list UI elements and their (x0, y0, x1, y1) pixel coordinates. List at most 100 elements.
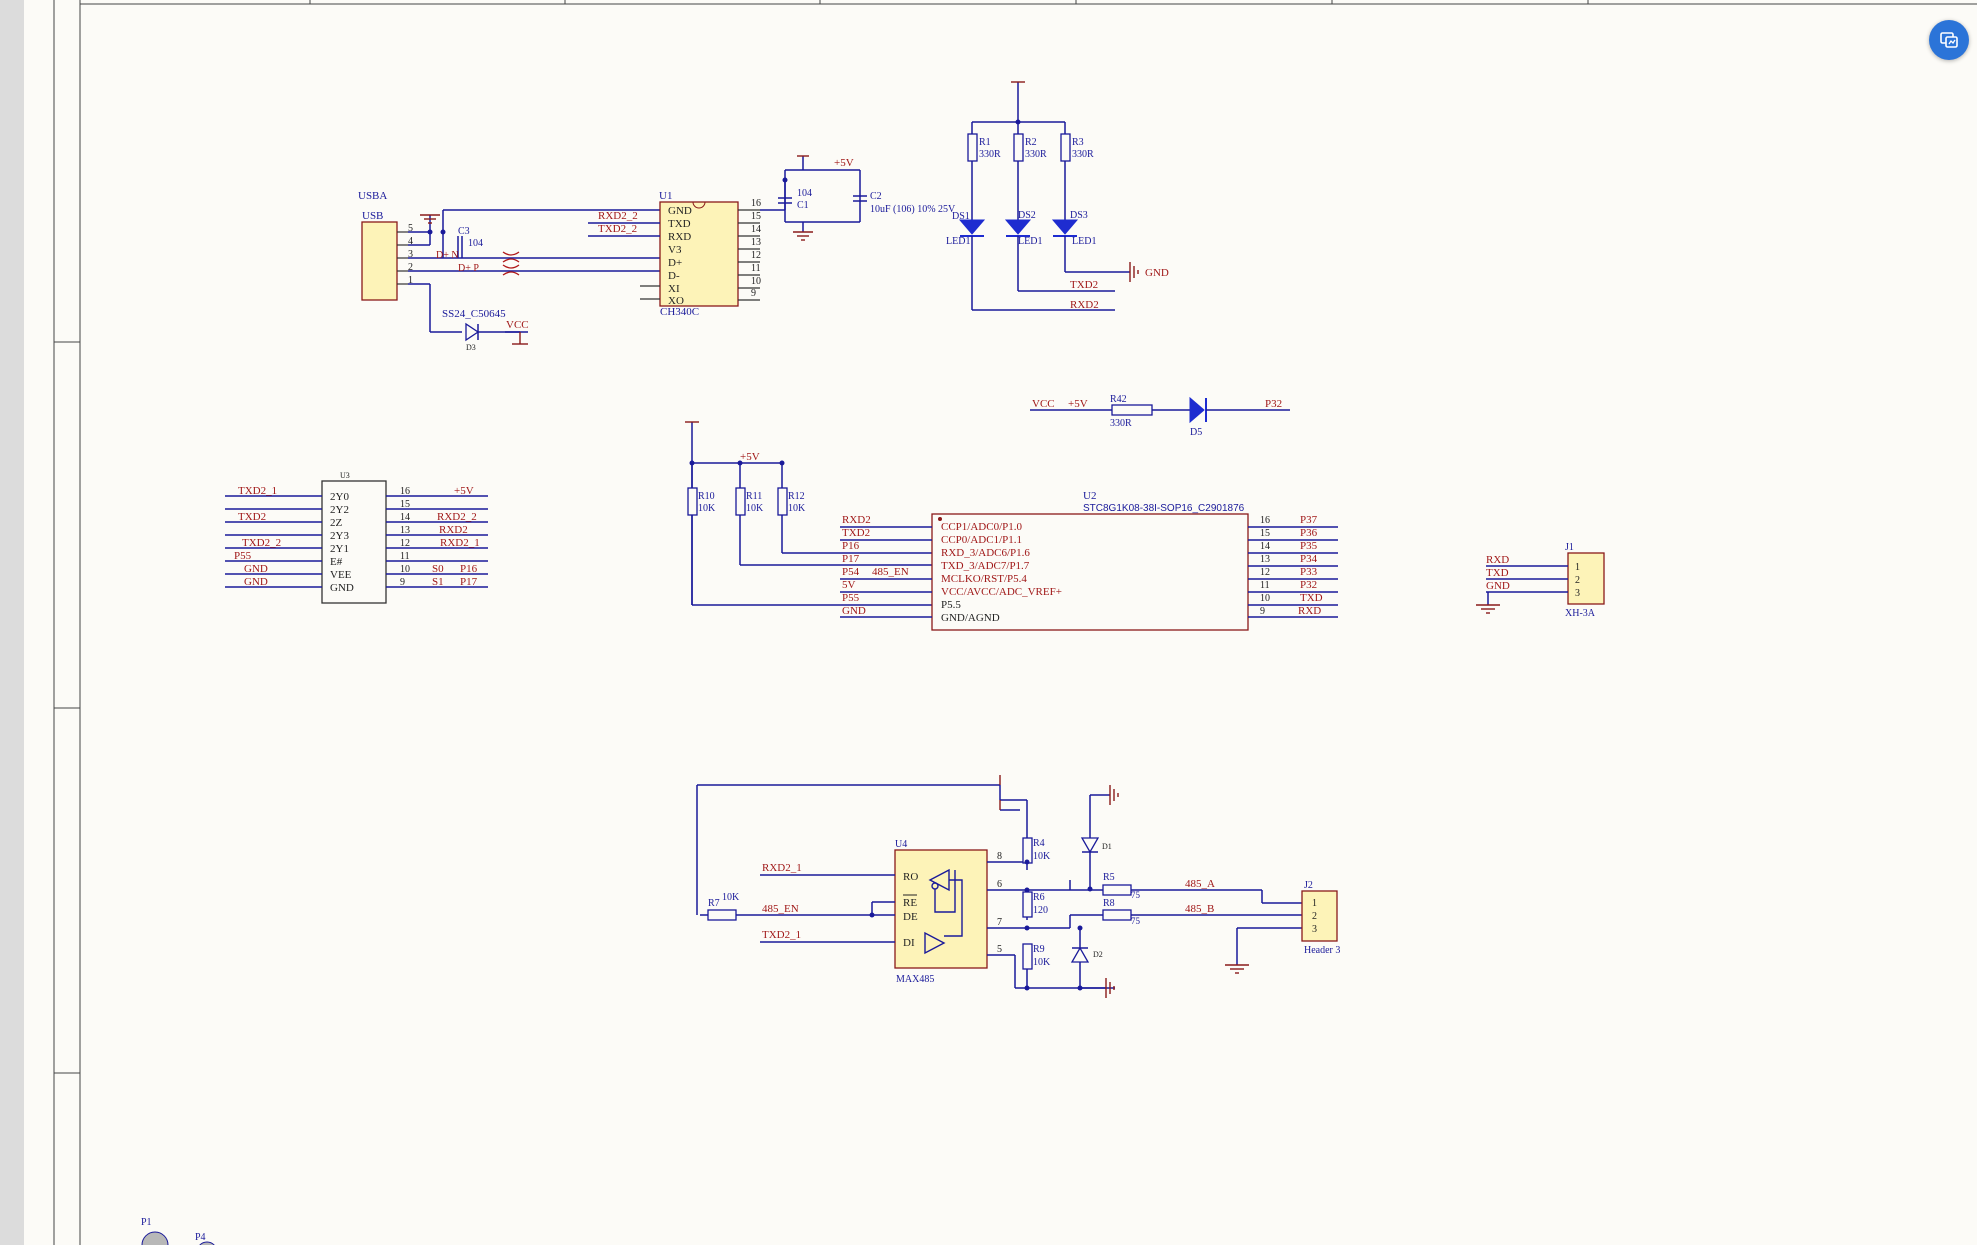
svg-text:P32: P32 (1300, 579, 1317, 591)
svg-text:P17: P17 (842, 553, 860, 565)
svg-text:RXD: RXD (1298, 605, 1321, 617)
svg-text:D+: D+ (668, 257, 682, 269)
svg-text:RXD: RXD (1486, 554, 1509, 566)
svg-text:3: 3 (1575, 588, 1580, 599)
svg-text:R5: R5 (1103, 872, 1115, 883)
svg-text:S0: S0 (432, 563, 444, 575)
svg-text:12: 12 (400, 538, 410, 549)
svg-text:16: 16 (1260, 515, 1270, 526)
svg-text:CH340C: CH340C (660, 306, 699, 318)
svg-text:TXD: TXD (668, 218, 691, 230)
svg-text:R10: R10 (698, 491, 715, 502)
svg-text:2Z: 2Z (330, 517, 343, 529)
svg-text:RXD2: RXD2 (842, 514, 871, 526)
svg-text:GND: GND (330, 582, 354, 594)
svg-text:D3: D3 (466, 343, 476, 352)
power-led: VCC +5V R42 330R D5 P32 (1030, 394, 1290, 438)
svg-text:D5: D5 (1190, 427, 1202, 438)
svg-text:15: 15 (751, 211, 761, 222)
svg-text:P35: P35 (1300, 540, 1318, 552)
svg-text:+5V: +5V (454, 485, 474, 497)
svg-text:R4: R4 (1033, 838, 1045, 849)
svg-text:10K: 10K (788, 503, 806, 514)
svg-text:330R: 330R (1110, 418, 1132, 429)
svg-text:TXD2_2: TXD2_2 (242, 537, 281, 549)
svg-text:10K: 10K (746, 503, 764, 514)
svg-text:14: 14 (400, 512, 410, 523)
svg-text:GND: GND (1486, 580, 1510, 592)
svg-text:8: 8 (997, 851, 1002, 862)
svg-text:10K: 10K (1033, 851, 1051, 862)
svg-text:10: 10 (400, 564, 410, 575)
svg-text:75: 75 (1131, 916, 1141, 926)
svg-text:485_EN: 485_EN (872, 566, 909, 578)
led-branch-1: R1 330R DS1 LED1 (946, 122, 1001, 310)
svg-text:10K: 10K (1033, 957, 1051, 968)
svg-text:120: 120 (1033, 905, 1048, 916)
ic-u3-mux: U3 2Y0 2Y2 2Z 2Y3 2Y1 E# VEE GND TXD2_1 … (225, 471, 488, 604)
svg-text:C1: C1 (797, 200, 809, 211)
image-export-icon (1940, 32, 1958, 48)
svg-text:U1: U1 (659, 190, 672, 202)
svg-text:MCLKO/RST/P5.4: MCLKO/RST/P5.4 (941, 573, 1027, 585)
svg-text:RO: RO (903, 871, 918, 883)
svg-text:12: 12 (1260, 567, 1270, 578)
svg-text:1: 1 (1312, 898, 1317, 909)
svg-text:2Y3: 2Y3 (330, 530, 349, 542)
svg-text:RXD2_2: RXD2_2 (437, 511, 477, 523)
svg-text:2Y1: 2Y1 (330, 543, 349, 555)
svg-text:U4: U4 (895, 839, 907, 850)
svg-text:RXD: RXD (668, 231, 691, 243)
svg-text:D+ P: D+ P (458, 263, 479, 274)
svg-text:16: 16 (400, 486, 410, 497)
svg-text:CCP0/ADC1/P1.1: CCP0/ADC1/P1.1 (941, 534, 1022, 546)
svg-text:TXD2: TXD2 (238, 511, 266, 523)
svg-text:12: 12 (751, 250, 761, 261)
svg-text:104: 104 (797, 188, 812, 199)
svg-text:RXD2: RXD2 (439, 524, 468, 536)
pullup-r10: R10 10K (687, 463, 716, 516)
svg-text:485_B: 485_B (1185, 903, 1214, 915)
svg-text:+5V: +5V (834, 157, 854, 169)
ic-u2-stc8g: +5V R10 10K R11 10K R12 10K U2 STC8G1K08 (685, 421, 1338, 631)
svg-text:P36: P36 (1300, 527, 1318, 539)
svg-text:P1: P1 (141, 1217, 152, 1228)
svg-text:RXD2: RXD2 (1070, 299, 1099, 311)
svg-text:14: 14 (1260, 541, 1270, 552)
svg-text:P16: P16 (842, 540, 860, 552)
svg-text:P32: P32 (1265, 398, 1282, 410)
usb-name: USB (362, 210, 383, 222)
svg-text:GND: GND (244, 563, 268, 575)
svg-text:TXD2: TXD2 (842, 527, 870, 539)
svg-text:SS24_C50645: SS24_C50645 (442, 308, 506, 320)
svg-text:R6: R6 (1033, 892, 1045, 903)
svg-text:P54: P54 (842, 566, 860, 578)
connector-j2: J2 1 2 3 Header 3 (1301, 880, 1340, 956)
svg-text:485_A: 485_A (1185, 878, 1215, 890)
svg-text:C3: C3 (458, 226, 470, 237)
export-float-button[interactable] (1929, 20, 1969, 60)
svg-text:10uF (106) 10% 25V: 10uF (106) 10% 25V (870, 204, 956, 215)
svg-text:S1: S1 (432, 576, 444, 588)
svg-text:330R: 330R (979, 149, 1001, 160)
svg-text:13: 13 (751, 237, 761, 248)
svg-text:104: 104 (468, 238, 483, 249)
svg-text:R7: R7 (708, 898, 720, 909)
svg-text:J1: J1 (1565, 542, 1574, 553)
svg-text:10: 10 (1260, 593, 1270, 604)
svg-text:VCC: VCC (1032, 398, 1055, 410)
svg-text:10: 10 (751, 276, 761, 287)
bottom-pads: P1 P4 (141, 1217, 215, 1245)
svg-text:TXD_3/ADC7/P1.7: TXD_3/ADC7/P1.7 (941, 560, 1030, 572)
ic-u4-max485: U4 RO RE DE DI MAX485 R7 10K RXD2_1 485_… (696, 775, 1302, 998)
svg-text:P55: P55 (842, 592, 860, 604)
svg-text:9: 9 (400, 577, 405, 588)
usb-ref: USBA (358, 190, 387, 202)
svg-text:11: 11 (1260, 580, 1270, 591)
connector-j1: J1 1 2 3 RXD TXD GND XH-3A (1476, 542, 1605, 619)
svg-text:14: 14 (751, 224, 761, 235)
svg-text:5: 5 (997, 944, 1002, 955)
svg-text:P16: P16 (460, 563, 478, 575)
svg-text:GND: GND (244, 576, 268, 588)
svg-text:RE: RE (903, 897, 917, 909)
